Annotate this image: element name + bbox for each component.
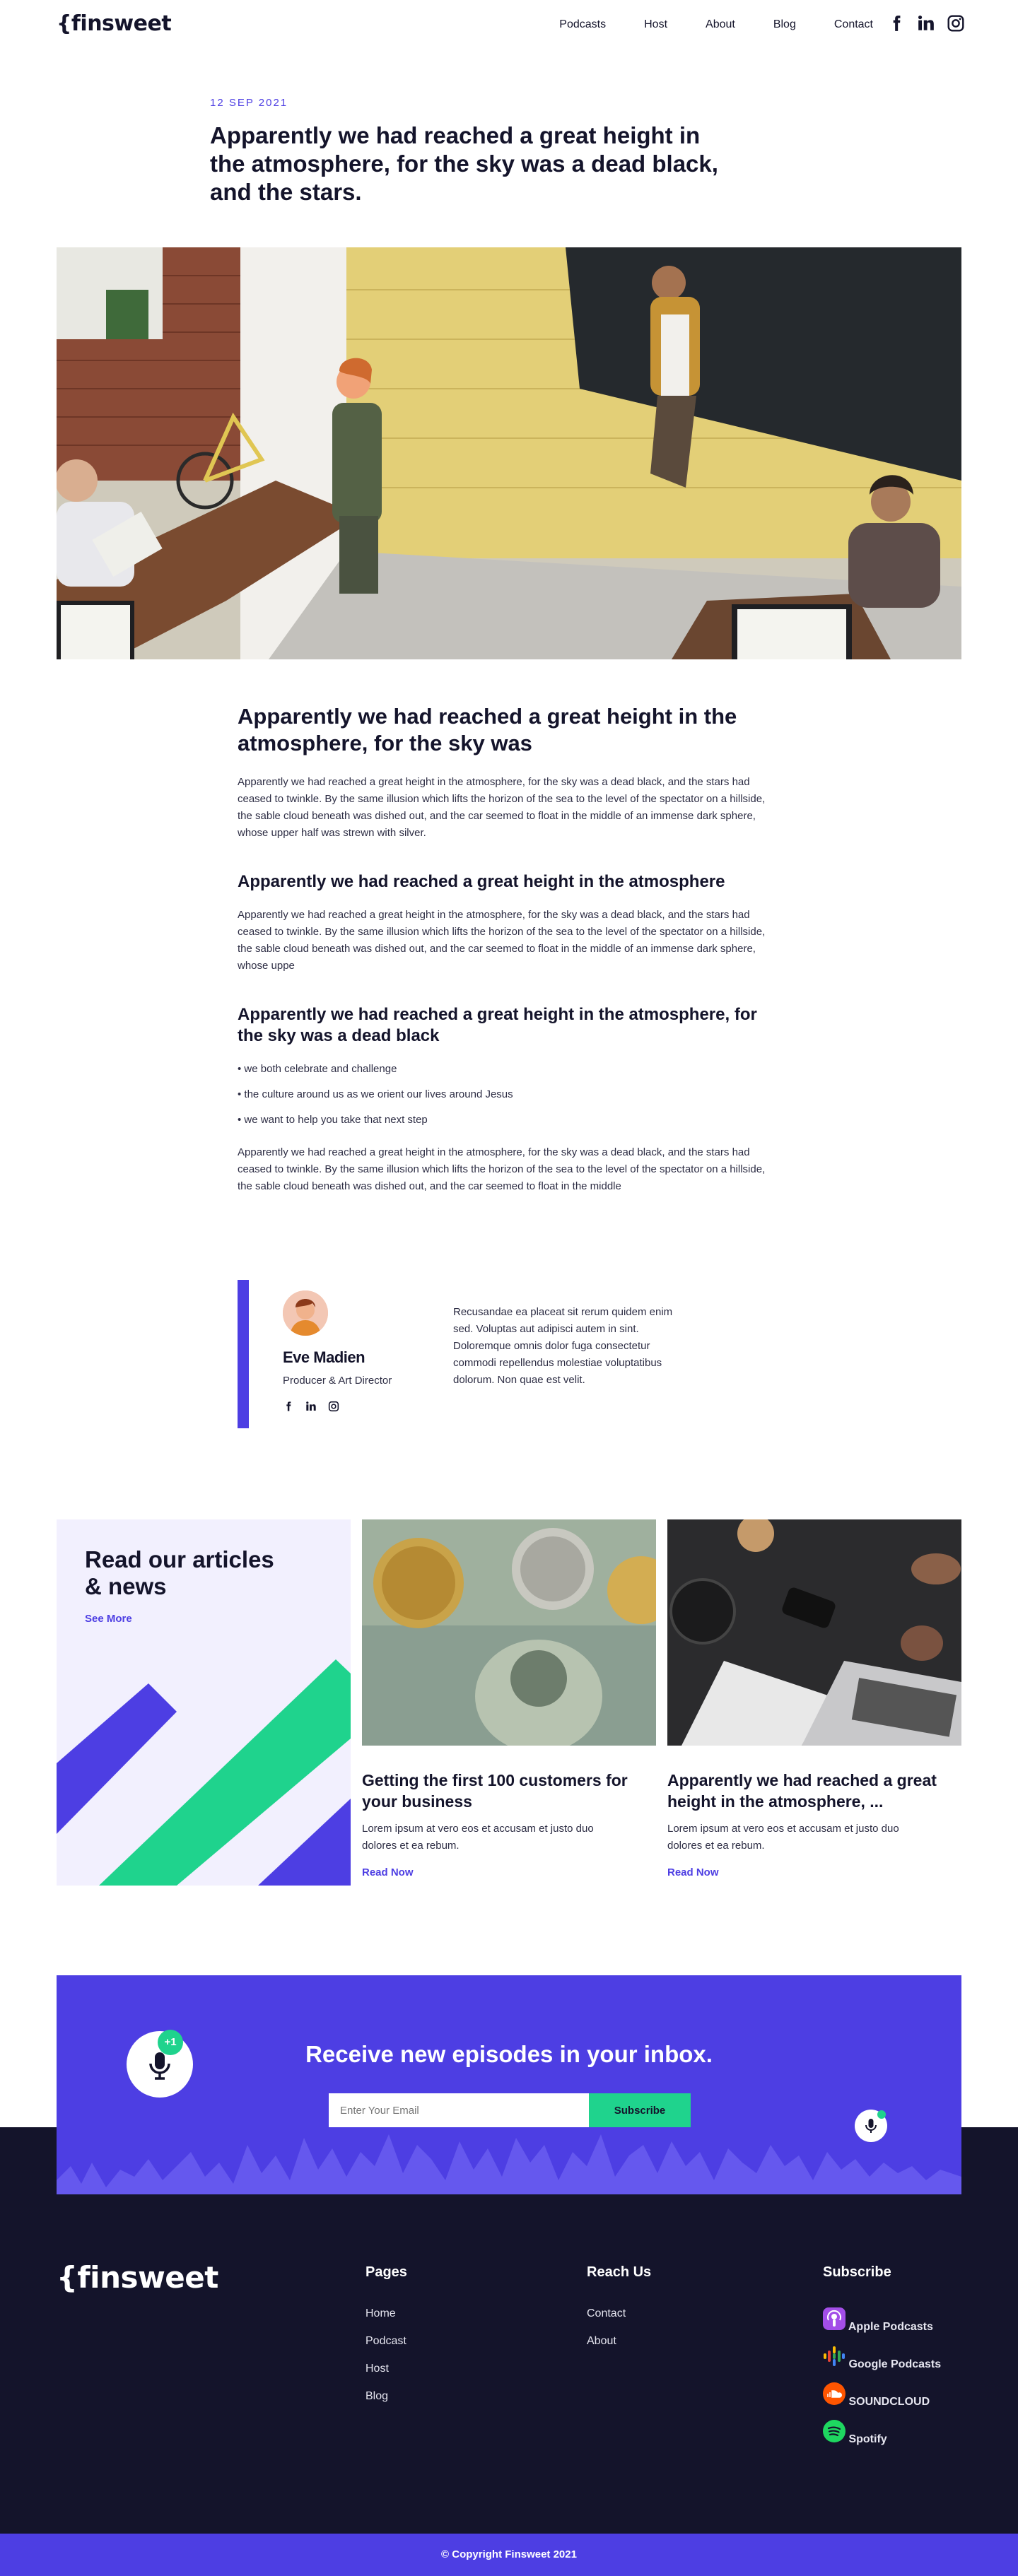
card-title: Getting the first 100 customers for your…	[362, 1771, 628, 1811]
instagram-icon[interactable]	[947, 14, 965, 33]
facebook-icon[interactable]	[887, 14, 906, 33]
subscribe-button[interactable]: Subscribe	[589, 2093, 691, 2127]
apple-podcasts-icon	[823, 2307, 846, 2330]
soundcloud-icon	[823, 2382, 846, 2405]
author-role: Producer & Art Director	[283, 1375, 392, 1387]
news-card[interactable]: Apparently we had reached a great height…	[667, 1519, 961, 1886]
article-subheading: Apparently we had reached a great height…	[238, 1005, 757, 1045]
avatar	[283, 1290, 328, 1336]
article-subheading: Apparently we had reached a great height…	[238, 872, 725, 891]
instagram-icon[interactable]	[328, 1401, 339, 1416]
nav-podcasts[interactable]: Podcasts	[559, 18, 606, 31]
article-paragraph: Apparently we had reached a great height…	[238, 776, 766, 839]
footer-link-contact[interactable]: Contact	[587, 2307, 651, 2320]
news-card[interactable]: Getting the first 100 customers for your…	[362, 1519, 656, 1886]
footer-heading: Pages	[365, 2264, 407, 2280]
footer-heading: Subscribe	[823, 2264, 891, 2280]
nav-about[interactable]: About	[706, 18, 735, 31]
hero-image	[57, 247, 961, 659]
author-name: Eve Madien	[283, 1348, 365, 1366]
apple-podcasts-link[interactable]: Apple Podcasts	[823, 2307, 941, 2333]
footer-logo[interactable]: {finsweet	[57, 2260, 218, 2295]
read-now-link[interactable]: Read Now	[362, 1866, 414, 1878]
nav-contact[interactable]: Contact	[834, 18, 873, 31]
article-paragraph: Apparently we had reached a great height…	[238, 909, 766, 972]
site-header: {finsweet Podcasts Host About Blog Conta…	[0, 0, 1018, 51]
footer-subscribe: Subscribe Apple Podcasts Google Podcasts…	[823, 2264, 941, 2457]
spotify-icon	[823, 2420, 846, 2442]
footer-reach: Reach Us Contact About	[587, 2264, 651, 2363]
microphone-icon	[855, 2110, 887, 2142]
subscribe-banner: +1 Receive new episodes in your inbox. S…	[57, 1975, 961, 2194]
footer-link-blog[interactable]: Blog	[365, 2390, 407, 2403]
main-nav: Podcasts Host About Blog Contact	[559, 18, 873, 31]
facebook-icon[interactable]	[283, 1401, 294, 1416]
list-item: • we want to help you take that next ste…	[238, 1114, 428, 1126]
footer-link-host[interactable]: Host	[365, 2363, 407, 2375]
article-body: Apparently we had reached a great height…	[238, 703, 775, 1225]
footer-link-home[interactable]: Home	[365, 2307, 407, 2320]
linkedin-icon[interactable]	[305, 1401, 317, 1416]
footer-link-podcast[interactable]: Podcast	[365, 2335, 407, 2348]
spotify-link[interactable]: Spotify	[823, 2420, 941, 2445]
article-heading: Apparently we had reached a great height…	[238, 704, 737, 755]
author-social	[283, 1401, 339, 1416]
news-promo: Read our articles & news See More	[57, 1519, 351, 1886]
list-item: • we both celebrate and challenge	[238, 1063, 397, 1075]
header-social	[887, 14, 965, 33]
post-title: Apparently we had reached a great height…	[210, 122, 718, 205]
card-text: Lorem ipsum at vero eos et accusam et ju…	[667, 1823, 899, 1852]
card-title: Apparently we had reached a great height…	[667, 1771, 937, 1811]
site-logo[interactable]: {finsweet	[57, 11, 172, 36]
author-bio: Recusandae ea placeat sit rerum quidem e…	[453, 1306, 673, 1386]
footer-heading: Reach Us	[587, 2264, 652, 2280]
author-card: Eve Madien Producer & Art Director Recus…	[238, 1280, 690, 1428]
soundcloud-link[interactable]: SOUNDCLOUD	[823, 2382, 941, 2408]
article-paragraph: Apparently we had reached a great height…	[238, 1146, 766, 1192]
post-date: 12 SEP 2021	[210, 97, 288, 109]
read-now-link[interactable]: Read Now	[667, 1866, 719, 1878]
subscribe-heading: Receive new episodes in your inbox.	[305, 2041, 713, 2067]
email-input[interactable]	[329, 2093, 589, 2127]
article-list: • we both celebrate and challenge • the …	[238, 1061, 775, 1129]
card-image	[667, 1519, 961, 1746]
footer-link-about[interactable]: About	[587, 2335, 651, 2348]
linkedin-icon[interactable]	[917, 14, 935, 33]
google-podcasts-icon	[824, 2346, 845, 2366]
nav-blog[interactable]: Blog	[773, 18, 796, 31]
card-text: Lorem ipsum at vero eos et accusam et ju…	[362, 1823, 594, 1852]
accent-bar	[238, 1280, 249, 1428]
card-image	[362, 1519, 656, 1746]
list-item: • the culture around us as we orient our…	[238, 1088, 513, 1100]
decorative-stripes	[57, 1659, 351, 1886]
copyright-bar: © Copyright Finsweet 2021	[0, 2534, 1018, 2576]
news-section: Read our articles & news See More Gettin…	[57, 1519, 961, 1886]
footer-pages: Pages Home Podcast Host Blog	[365, 2264, 407, 2418]
google-podcasts-link[interactable]: Google Podcasts	[823, 2345, 941, 2370]
nav-host[interactable]: Host	[644, 18, 667, 31]
